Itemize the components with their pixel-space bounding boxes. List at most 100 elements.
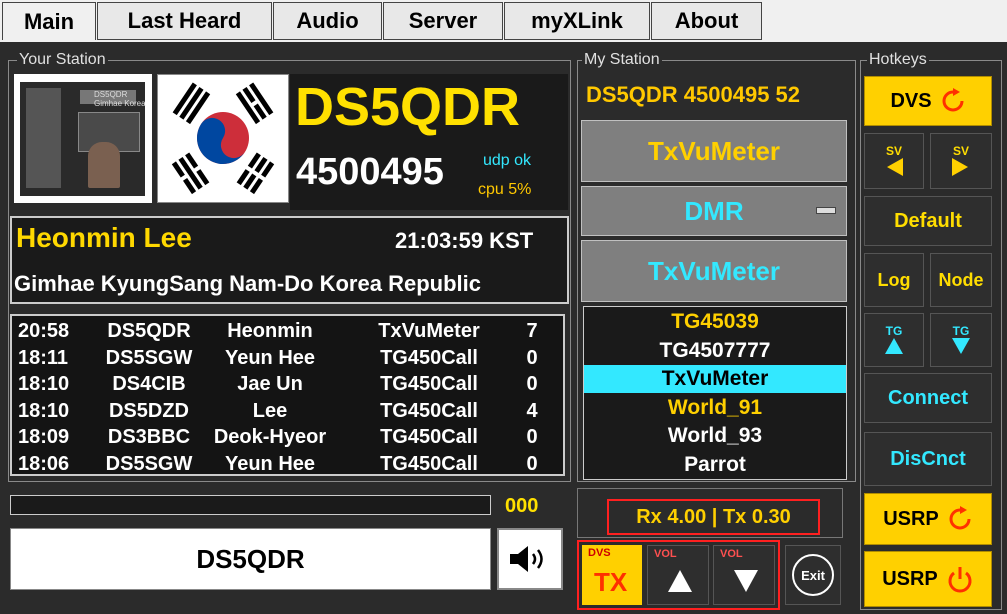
cpu-usage: cpu 5% — [478, 181, 532, 198]
exit-icon: Exit — [792, 554, 834, 596]
usrp-power-button[interactable]: USRP — [864, 551, 992, 607]
sv-prev-label: SV — [885, 143, 902, 158]
udp-status: udp ok — [483, 152, 532, 169]
table-cell-dur: 0 — [526, 346, 538, 369]
talkgroup-item[interactable]: TG4507777 — [584, 337, 846, 365]
vol-down-button[interactable]: VOL — [713, 545, 775, 605]
table-cell-name: Yeun Hee — [224, 346, 316, 369]
usrp-refresh-button[interactable]: USRP — [864, 493, 992, 545]
disconnect-button[interactable]: DisCnct — [864, 432, 992, 486]
tab-main[interactable]: Main — [2, 2, 96, 40]
talkgroup-button[interactable]: TxVuMeter — [581, 240, 847, 302]
tab-about[interactable]: About — [651, 2, 762, 40]
callsign-input[interactable]: DS5QDR — [10, 528, 491, 590]
module-button[interactable]: TxVuMeter — [581, 120, 847, 182]
last-heard-list[interactable]: 20:58 DS5QDR Heonmin TxVuMeter 7 18:11 DS5SGW Y… — [10, 314, 565, 476]
table-cell-tg: TxVuMeter — [378, 320, 480, 342]
table-cell-dur: 0 — [526, 426, 538, 448]
connect-button[interactable]: Connect — [864, 373, 992, 423]
usrp-refresh-label: USRP — [883, 507, 939, 530]
mode-select[interactable]: DMR — [581, 186, 847, 236]
dvs-hotkey-button[interactable]: DVS — [864, 76, 992, 126]
talkgroup-list[interactable]: TG45039 TG4507777 TxVuMeter World_91 World_9… — [583, 306, 847, 480]
table-cell-call: DS5SGW — [105, 452, 193, 475]
table-cell-dur: 4 — [526, 399, 538, 422]
talkgroup-item[interactable]: TG45039 — [584, 308, 846, 336]
my-station-header: DS5QDR 4500495 52 — [586, 82, 801, 107]
default-button[interactable]: Default — [864, 196, 992, 246]
your-station-label: Your Station — [17, 51, 108, 69]
arrow-up-icon — [885, 337, 903, 354]
table-cell-dur: 0 — [526, 452, 538, 475]
table-row[interactable]: 18:10 DS4CIB Jae Un TG450Call 0 — [12, 371, 563, 397]
table-row[interactable]: 20:58 DS5QDR Heonmin TxVuMeter 7 — [12, 318, 563, 344]
mode-label: DMR — [684, 195, 744, 226]
tab-last-heard[interactable]: Last Heard — [97, 2, 272, 40]
table-row[interactable]: 18:09 DS3BBC Deok-Hyeor TG450Call 0 — [12, 424, 563, 450]
node-button[interactable]: Node — [930, 253, 992, 307]
tab-audio[interactable]: Audio — [273, 2, 382, 40]
speaker-button[interactable] — [497, 528, 563, 590]
tg-up-button[interactable]: TG — [864, 313, 924, 367]
my-station-label: My Station — [582, 51, 662, 69]
tg-down-button[interactable]: TG — [930, 313, 992, 367]
speaker-icon — [510, 546, 543, 572]
table-cell-name: Yeun Hee — [224, 452, 316, 475]
table-row[interactable]: 18:11 DS5SGW Yeun Hee TG450Call 0 — [12, 345, 563, 371]
talkgroup-item[interactable]: TxVuMeter — [584, 365, 846, 394]
tg-down-label: TG — [952, 323, 970, 338]
table-cell-call: DS5DZD — [108, 399, 189, 422]
arrow-left-icon — [887, 157, 903, 176]
table-cell-time: 18:09 — [18, 426, 70, 448]
local-time: 21:03:59 KST — [395, 228, 534, 253]
table-cell-call: DS3BBC — [107, 426, 191, 448]
exit-button[interactable]: Exit — [785, 545, 841, 605]
table-cell-time: 18:10 — [18, 399, 70, 422]
arrow-down-icon — [952, 337, 970, 354]
vol-up-label: VOL — [654, 548, 677, 560]
sv-prev-button[interactable]: SV — [864, 133, 924, 189]
table-cell-time: 20:58 — [18, 320, 70, 342]
talkgroup-item[interactable]: World_93 — [584, 422, 846, 450]
station-dmr-id: 4500495 — [296, 151, 444, 193]
sv-next-button[interactable]: SV — [930, 133, 992, 189]
rxtx-readout: Rx 4.00 | Tx 0.30 — [607, 499, 820, 535]
hotkeys-label: Hotkeys — [867, 51, 929, 69]
table-cell-dur: 7 — [526, 320, 538, 342]
table-cell-time: 18:10 — [18, 373, 70, 395]
table-cell-call: DS5QDR — [107, 320, 191, 342]
table-row[interactable]: 18:10 DS5DZD Lee TG450Call 4 — [12, 398, 563, 424]
audio-level-value: 000 — [505, 495, 539, 517]
table-cell-call: DS5SGW — [105, 346, 193, 369]
station-photo: DS5QDR Gimhae Korea — [14, 74, 152, 203]
talkgroup-item[interactable]: World_91 — [584, 394, 846, 422]
dvs-tx-button[interactable]: DVS TX — [582, 545, 642, 605]
korea-flag-icon — [157, 74, 289, 203]
audio-level-bar — [10, 495, 491, 515]
talkgroup-item[interactable]: Parrot — [584, 451, 846, 479]
table-cell-time: 18:11 — [18, 346, 69, 369]
table-cell-call: DS4CIB — [112, 373, 186, 395]
vol-up-button[interactable]: VOL — [647, 545, 709, 605]
photo-caption: DS5QDR Gimhae Korea — [94, 90, 146, 108]
arrow-right-icon — [952, 157, 968, 176]
refresh-icon — [949, 506, 971, 530]
table-row[interactable]: 18:06 DS5SGW Yeun Hee TG450Call 0 — [12, 451, 563, 477]
table-cell-tg: TG450Call — [380, 452, 478, 475]
tab-myxlink[interactable]: myXLink — [504, 2, 650, 40]
dvs-tx-small-label: DVS — [588, 547, 611, 559]
operator-location: Gimhae KyungSang Nam-Do Korea Republic — [14, 271, 481, 296]
power-icon — [948, 567, 972, 593]
operator-name: Heonmin Lee — [16, 222, 192, 253]
station-callsign: DS5QDR — [295, 77, 521, 137]
usrp-power-label: USRP — [882, 567, 938, 590]
table-cell-name: Jae Un — [237, 373, 303, 395]
table-cell-tg: TG450Call — [380, 426, 478, 448]
tg-up-label: TG — [885, 323, 903, 338]
tab-server[interactable]: Server — [383, 2, 503, 40]
table-cell-dur: 0 — [526, 373, 538, 395]
table-cell-tg: TG450Call — [380, 399, 478, 422]
log-button[interactable]: Log — [864, 253, 924, 307]
sv-next-label: SV — [952, 143, 969, 158]
refresh-icon — [942, 88, 964, 112]
